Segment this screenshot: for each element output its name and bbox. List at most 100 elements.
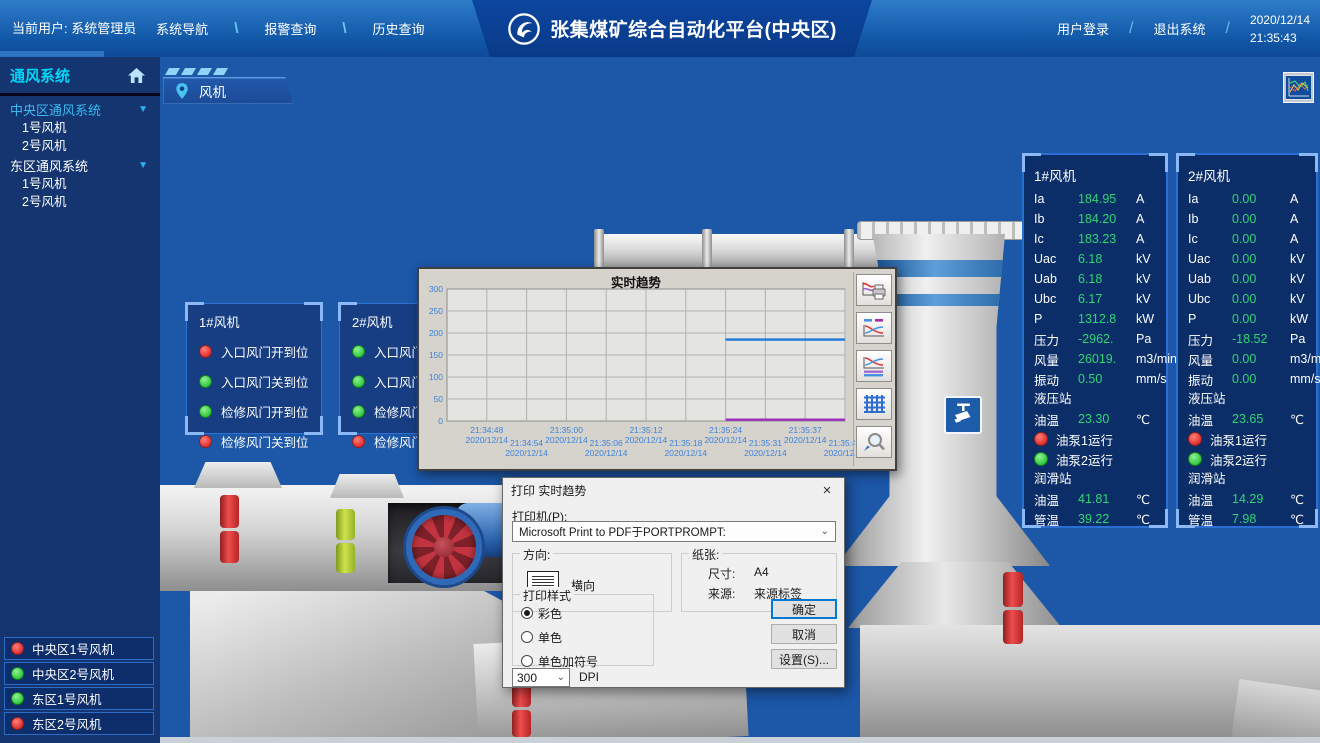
grid-toggle-button[interactable] bbox=[856, 388, 892, 420]
data-panel-title: 1#风机 bbox=[1024, 155, 1166, 189]
door-status-row: 检修风门开到位 bbox=[187, 402, 321, 421]
measurement-value: 23.65 bbox=[1232, 412, 1290, 426]
measurement-row: Uac0.00kV bbox=[1178, 249, 1316, 269]
measurement-unit: m3/min bbox=[1136, 352, 1177, 366]
fan-status-item[interactable]: 东区1号风机 bbox=[4, 687, 154, 710]
tab-fan[interactable]: 风机 bbox=[163, 77, 293, 104]
print-style-option[interactable]: 单色 bbox=[521, 629, 653, 645]
fan-status-item[interactable]: 东区2号风机 bbox=[4, 712, 154, 735]
status-dot-green bbox=[11, 692, 24, 705]
measurement-value: 7.98 bbox=[1232, 512, 1290, 526]
curves-legend-icon bbox=[861, 317, 887, 339]
fan-status-label: 东区2号风机 bbox=[32, 714, 101, 733]
measurement-row: P1312.8kW bbox=[1024, 309, 1166, 329]
measurement-unit: A bbox=[1290, 212, 1316, 226]
status-dot-green bbox=[11, 667, 24, 680]
camera-glyph bbox=[950, 402, 976, 428]
sidebar-group[interactable]: 中央区通风系统▼ bbox=[0, 99, 160, 119]
curves-legend-button[interactable] bbox=[856, 312, 892, 344]
measurement-row: Ic0.00A bbox=[1178, 229, 1316, 249]
measurement-label: Ubc bbox=[1034, 292, 1078, 306]
measurement-unit: Pa bbox=[1136, 332, 1166, 346]
svg-text:21:35:37: 21:35:37 bbox=[789, 425, 822, 435]
stack-funnel-3d bbox=[848, 562, 1062, 628]
measurement-label: P bbox=[1188, 312, 1232, 326]
measurement-value: 6.18 bbox=[1078, 272, 1136, 286]
fan-status-item[interactable]: 中央区1号风机 bbox=[4, 637, 154, 660]
measurement-value: 0.00 bbox=[1232, 232, 1290, 246]
sidebar-item-fan[interactable]: 2号风机 bbox=[0, 137, 160, 155]
pump-status-row: 油泵2运行 bbox=[1178, 449, 1316, 469]
printer-select[interactable]: Microsoft Print to PDF于PORTPROMPT: ⌄ bbox=[512, 521, 836, 542]
cancel-button[interactable]: 取消 bbox=[771, 624, 837, 644]
svg-text:21:35:24: 21:35:24 bbox=[709, 425, 742, 435]
orientation-value: 横向 bbox=[571, 577, 595, 594]
close-icon[interactable]: × bbox=[818, 482, 836, 499]
date-text: 2020/12/14 bbox=[1250, 11, 1310, 29]
cctv-camera-icon[interactable] bbox=[944, 396, 982, 434]
svg-text:2020/12/14: 2020/12/14 bbox=[784, 435, 827, 445]
measurement-value: -2962. bbox=[1078, 332, 1136, 346]
pump-status-label: 油泵1运行 bbox=[1210, 430, 1267, 449]
status-dot-green bbox=[1034, 452, 1048, 466]
measurement-label: 油温 bbox=[1188, 490, 1232, 509]
print-style-option[interactable]: 单色加符号 bbox=[521, 653, 653, 669]
ok-button[interactable]: 确定 bbox=[771, 599, 837, 619]
zoom-tool-button[interactable] bbox=[856, 426, 892, 458]
measurement-value: 39.22 bbox=[1078, 512, 1136, 526]
dpi-value: 300 bbox=[517, 671, 537, 685]
current-user-label: 当前用户: 系统管理员 bbox=[12, 0, 136, 57]
svg-text:50: 50 bbox=[434, 394, 444, 404]
fan-status-label: 中央区2号风机 bbox=[32, 664, 114, 683]
topbar-nav-item[interactable]: 历史查询 bbox=[347, 19, 451, 38]
sidebar-title: 通风系统 bbox=[10, 65, 70, 86]
measurement-unit: ℃ bbox=[1290, 412, 1316, 427]
print-dialog-titlebar[interactable]: 打印 实时趋势 × bbox=[503, 478, 844, 502]
chevron-down-icon: ▼ bbox=[138, 104, 148, 115]
dpi-select[interactable]: 300 ⌄ bbox=[512, 668, 570, 687]
measurement-row: Ia0.00A bbox=[1178, 189, 1316, 209]
svg-text:100: 100 bbox=[429, 372, 443, 382]
measurement-row: 管温39.22℃ bbox=[1024, 509, 1166, 529]
sidebar-item-fan[interactable]: 1号风机 bbox=[0, 175, 160, 193]
measurement-value: 41.81 bbox=[1078, 492, 1136, 506]
measurement-row: Ia184.95A bbox=[1024, 189, 1166, 209]
trend-chart: 05010015020025030021:34:482020/12/1421:3… bbox=[419, 283, 855, 469]
measurement-row: 振动0.50mm/s bbox=[1024, 369, 1166, 389]
topbar-nav-item[interactable]: 报警查询 bbox=[238, 19, 342, 38]
svg-text:21:35:12: 21:35:12 bbox=[629, 425, 662, 435]
curves-bars-icon bbox=[861, 355, 887, 377]
measurement-value: 6.17 bbox=[1078, 292, 1136, 306]
measurement-label: 油温 bbox=[1034, 490, 1078, 509]
measurement-unit: kW bbox=[1290, 312, 1316, 326]
user-login-button[interactable]: 用户登录 bbox=[1057, 19, 1109, 38]
measurement-label: 油温 bbox=[1188, 410, 1232, 429]
svg-text:2020/12/14: 2020/12/14 bbox=[744, 448, 787, 458]
realtime-trend-window: 实时趋势 05010015020025030021:34:482020/12/1… bbox=[417, 267, 897, 471]
zoom-icon bbox=[861, 431, 887, 453]
measurement-row: 风量0.00m3/min bbox=[1178, 349, 1316, 369]
print-trend-button[interactable] bbox=[856, 274, 892, 306]
measurement-value: 0.00 bbox=[1232, 192, 1290, 206]
pump-status-label: 油泵2运行 bbox=[1056, 450, 1113, 469]
status-dot-red bbox=[352, 435, 365, 448]
exit-system-button[interactable]: 退出系统 bbox=[1153, 19, 1205, 38]
svg-text:2020/12/14: 2020/12/14 bbox=[585, 448, 628, 458]
measurement-row: 振动0.00mm/s bbox=[1178, 369, 1316, 389]
home-icon[interactable] bbox=[127, 67, 146, 84]
status-dot-green bbox=[352, 405, 365, 418]
sidebar: 通风系统 中央区通风系统▼1号风机2号风机东区通风系统▼1号风机2号风机 中央区… bbox=[0, 57, 160, 743]
sidebar-item-fan[interactable]: 2号风机 bbox=[0, 193, 160, 211]
settings-button[interactable]: 设置(S)... bbox=[771, 649, 837, 669]
fan-status-label: 东区1号风机 bbox=[32, 689, 101, 708]
app-title-banner: 张集煤矿综合自动化平台(中央区) bbox=[472, 0, 872, 57]
sidebar-item-fan[interactable]: 1号风机 bbox=[0, 119, 160, 137]
fan-status-item[interactable]: 中央区2号风机 bbox=[4, 662, 154, 685]
topbar: 当前用户: 系统管理员 \系统导航\报警查询\历史查询 张集煤矿综合自动化平台(… bbox=[0, 0, 1320, 57]
print-style-option[interactable]: 彩色 bbox=[521, 605, 653, 621]
curves-bars-button[interactable] bbox=[856, 350, 892, 382]
sidebar-group[interactable]: 东区通风系统▼ bbox=[0, 155, 160, 175]
trend-shortcut-button[interactable] bbox=[1283, 72, 1314, 103]
measurement-row: 油温23.30℃ bbox=[1024, 409, 1166, 429]
topbar-nav-item[interactable]: 系统导航 bbox=[130, 19, 234, 38]
